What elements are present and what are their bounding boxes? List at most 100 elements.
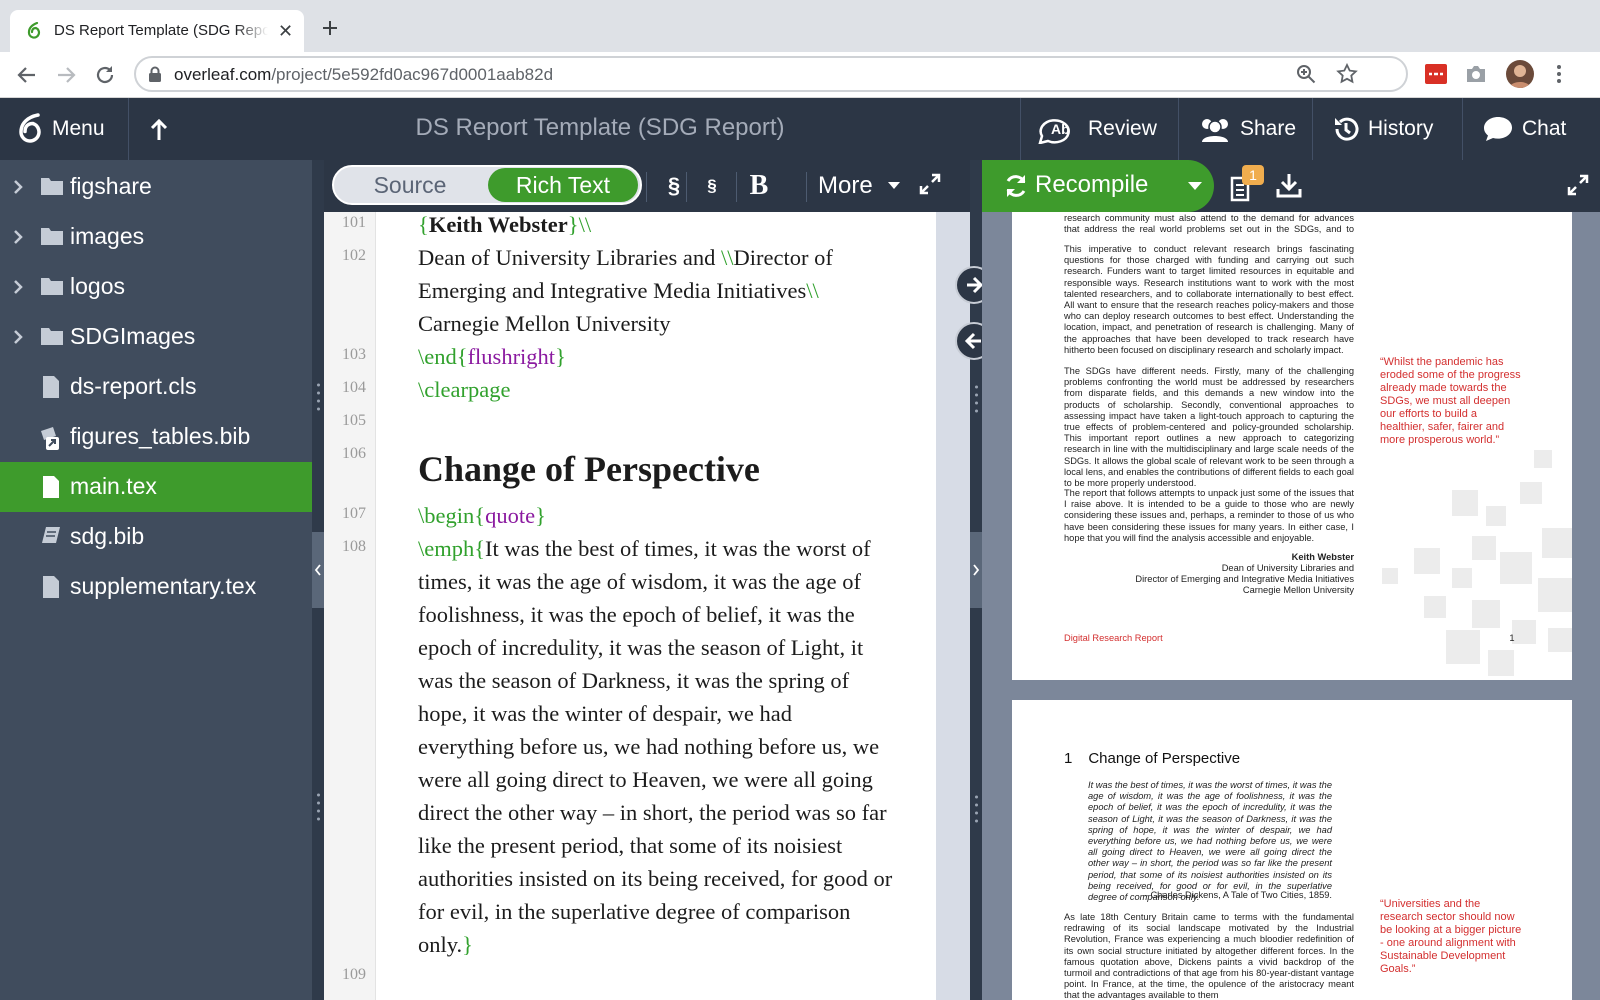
browser-tab[interactable]: DS Report Template (SDG Report) ✕ — [10, 10, 304, 52]
tree-item-sdg-bib[interactable]: sdg.bib — [0, 512, 312, 562]
pdf-viewer[interactable]: the expansion of research and innovation… — [982, 212, 1600, 1000]
line-number: 103 — [342, 346, 366, 363]
line-number: 107 — [342, 505, 366, 522]
history-icon — [1332, 115, 1360, 143]
share-button[interactable]: Share — [1198, 98, 1296, 160]
arrow-right-icon — [964, 275, 984, 295]
editor-line: hope, it was the winter of despair, we h… — [418, 701, 792, 726]
section-heading: Change of Perspective — [418, 449, 760, 489]
recompile-button[interactable]: Recompile — [982, 160, 1214, 212]
browser-toolbar: overleaf.com/project/5e592fd0ac967d0001a… — [0, 52, 1600, 98]
address-bar[interactable]: overleaf.com/project/5e592fd0ac967d0001a… — [134, 56, 1408, 92]
drag-handle-icon[interactable] — [975, 384, 978, 414]
review-button[interactable]: Ab Review — [1038, 98, 1157, 160]
forward-icon[interactable] — [55, 64, 77, 86]
kebab-menu-icon[interactable] — [1556, 64, 1562, 84]
editor-line: {Keith Webster}\\ — [418, 212, 592, 237]
users-icon — [1198, 116, 1232, 142]
pdf-page: 1 Change of Perspective It was the best o… — [1012, 700, 1572, 1000]
back-icon[interactable] — [16, 64, 38, 86]
reload-icon[interactable] — [94, 64, 116, 86]
expand-pdf-icon[interactable] — [1566, 173, 1590, 197]
editor-line: for evil, in the superlative degree of c… — [418, 899, 851, 924]
chevron-right-icon[interactable] — [12, 329, 24, 345]
rich-text-mode-button[interactable]: Rich Text — [488, 168, 638, 202]
pdf-paragraph: This imperative to conduct relevant rese… — [1064, 244, 1354, 355]
tab-title: DS Report Template (SDG Report) — [54, 22, 268, 39]
decorative-squares — [1382, 450, 1572, 676]
chevron-right-icon[interactable] — [12, 279, 24, 295]
collapse-right-button[interactable] — [970, 532, 982, 608]
pdf-quote: It was the best of times, it was the wor… — [1088, 780, 1332, 903]
pdf-quote-attribution: – Charles Dickens, A Tale of Two Cities,… — [1142, 890, 1332, 900]
tree-item-images[interactable]: images — [0, 212, 312, 262]
editor-line: \begin{quote} — [418, 503, 546, 528]
pdf-section-heading: 1 Change of Perspective — [1064, 750, 1241, 767]
editor-mode-toggle[interactable]: Source Rich Text — [332, 165, 642, 205]
tree-item-logos[interactable]: logos — [0, 262, 312, 312]
more-dropdown-button[interactable]: More — [818, 160, 900, 212]
extension-icon[interactable] — [1425, 64, 1447, 84]
editor-line: times, it was the age of wisdom, it was … — [418, 569, 862, 594]
bookmark-star-icon[interactable] — [1336, 63, 1358, 85]
editor-toolbar: Source Rich Text § § B More — [324, 160, 980, 212]
pdf-paragraph: the expansion of research and innovation… — [1064, 213, 1354, 236]
left-pane-resizer[interactable] — [312, 160, 324, 1000]
bold-button[interactable]: B — [742, 160, 776, 212]
right-pane-resizer-top — [970, 160, 982, 212]
editor-line: foolishness, it was the epoch of belief,… — [418, 602, 855, 627]
line-number: 102 — [342, 247, 366, 264]
editor-line: authorities insisted on its being receiv… — [418, 866, 893, 891]
overleaf-favicon-icon — [26, 22, 42, 40]
zoom-icon[interactable] — [1296, 64, 1316, 84]
chevron-right-icon[interactable] — [12, 179, 24, 195]
line-number: 101 — [342, 214, 366, 231]
drag-handle-icon[interactable] — [317, 792, 320, 822]
file-icon — [42, 475, 60, 499]
chevron-right-icon[interactable] — [12, 229, 24, 245]
arrow-left-icon — [964, 331, 984, 351]
download-pdf-icon[interactable] — [1276, 172, 1302, 198]
profile-avatar[interactable] — [1506, 60, 1534, 88]
new-tab-icon[interactable] — [320, 18, 340, 38]
recompile-label: Recompile — [1035, 171, 1149, 198]
lock-icon[interactable] — [148, 66, 162, 83]
chat-button[interactable]: Chat — [1482, 98, 1566, 160]
pdf-paragraph: The report that follows attempts to unpa… — [1064, 488, 1354, 543]
linked-file-icon — [38, 425, 62, 451]
expand-icon[interactable] — [918, 172, 942, 196]
section-button[interactable]: § — [654, 160, 694, 212]
line-number: 108 — [342, 538, 366, 555]
line-gutter: 101 102 103 104 105 106 107 108 109 — [324, 212, 376, 1000]
more-label: More — [818, 172, 873, 199]
editor-line: \clearpage — [418, 377, 511, 402]
tree-item-ds-report-cls[interactable]: ds-report.cls — [0, 362, 312, 412]
pdf-toolbar: Recompile 1 — [982, 160, 1600, 212]
tree-item-figshare[interactable]: figshare — [0, 162, 312, 212]
url-text: overleaf.com/project/5e592fd0ac967d0001a… — [174, 65, 554, 84]
overleaf-header: Menu DS Report Template (SDG Report) Ab … — [0, 98, 1600, 160]
pdf-pull-quote: “Universities and the research sector sh… — [1380, 898, 1522, 975]
source-mode-button[interactable]: Source — [334, 167, 486, 203]
editor-line: \end{flushright} — [418, 344, 566, 369]
tree-item-figures-tables-bib[interactable]: figures_tables.bib — [0, 412, 312, 462]
tree-item-sdgimages[interactable]: SDGImages — [0, 312, 312, 362]
drag-handle-icon[interactable] — [975, 794, 978, 824]
close-tab-icon[interactable]: ✕ — [278, 22, 293, 40]
subsection-button[interactable]: § — [692, 160, 732, 212]
drag-handle-icon[interactable] — [317, 382, 320, 412]
history-button[interactable]: History — [1332, 98, 1433, 160]
pdf-signature-line: Dean of University Libraries and — [1221, 563, 1354, 573]
tree-item-main-tex[interactable]: main.tex — [0, 462, 312, 512]
camera-icon[interactable] — [1465, 65, 1487, 83]
browser-tab-bar: DS Report Template (SDG Report) ✕ — [0, 0, 1600, 52]
code-editor[interactable]: 101 102 103 104 105 106 107 108 109 {Kei… — [324, 212, 936, 1000]
collapse-left-button[interactable] — [312, 532, 324, 608]
tree-item-supplementary-tex[interactable]: supplementary.tex — [0, 562, 312, 612]
editor-line: \emph{It was the best of times, it was t… — [418, 536, 871, 561]
line-number: 106 — [342, 445, 366, 462]
pdf-page-number: 1 — [1509, 633, 1515, 643]
editor-line: were all going direct to Heaven, we were… — [418, 767, 873, 792]
caret-down-icon[interactable] — [1188, 182, 1202, 191]
editor-line: like the present period, that some of it… — [418, 833, 843, 858]
